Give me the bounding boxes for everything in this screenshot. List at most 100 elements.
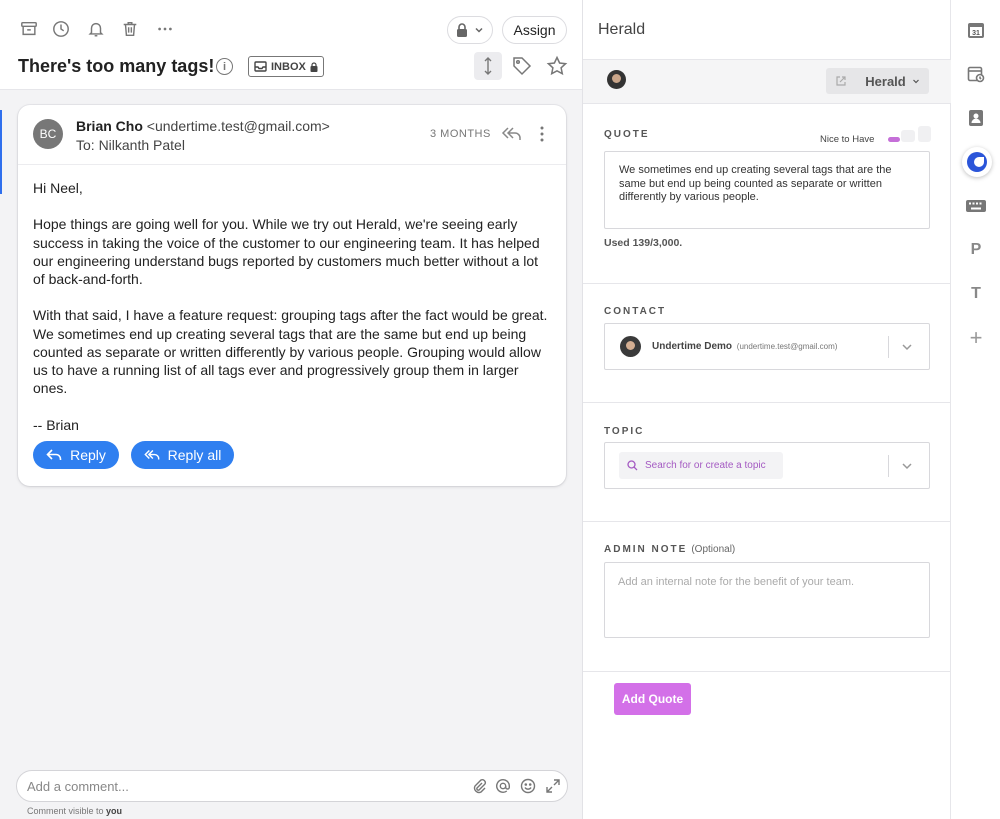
body-paragraph: With that said, I have a feature request… — [33, 307, 548, 397]
priority-label: Nice to Have — [820, 134, 875, 145]
expand-collapse-button[interactable] — [474, 52, 502, 80]
topic-search-placeholder: Search for or create a topic — [645, 460, 766, 471]
archive-icon[interactable] — [18, 18, 40, 40]
chevron-down-icon[interactable] — [901, 340, 913, 352]
divider — [18, 164, 566, 165]
inbox-badge[interactable]: INBOX — [248, 56, 324, 77]
message-card: BC Brian Cho <undertime.test@gmail.com> … — [18, 105, 566, 486]
recipient-line: To: Nilkanth Patel — [76, 137, 185, 153]
divider — [583, 283, 951, 284]
paperclip-icon[interactable] — [471, 778, 487, 794]
admin-note-textarea[interactable]: Add an internal note for the benefit of … — [604, 562, 930, 638]
expand-vertical-icon — [484, 57, 492, 75]
t-plugin-button[interactable]: T — [965, 283, 987, 305]
message-sender: Brian Cho <undertime.test@gmail.com> — [76, 118, 330, 134]
topic-section-label: TOPIC — [604, 426, 645, 437]
reply-all-icon — [143, 450, 160, 460]
divider — [583, 521, 951, 522]
lock-icon — [310, 61, 318, 72]
lock-icon — [457, 23, 467, 37]
more-vertical-icon[interactable] — [534, 124, 550, 144]
conversation-subject: There's too many tags! — [18, 56, 215, 76]
body-paragraph: Hi Neel, — [33, 180, 83, 196]
divider — [888, 336, 889, 358]
priority-toggle[interactable] — [901, 130, 915, 142]
divider — [583, 671, 951, 672]
calendar-day: 31 — [972, 30, 980, 37]
reply-icon — [46, 449, 62, 460]
more-horizontal-icon[interactable] — [154, 18, 176, 40]
keyboard-icon[interactable] — [965, 195, 987, 217]
sender-name: Brian Cho — [76, 118, 143, 134]
user-avatar[interactable] — [607, 70, 626, 89]
bell-icon[interactable] — [85, 18, 107, 40]
reply-button[interactable]: Reply — [33, 441, 119, 469]
avatar: BC — [33, 119, 63, 149]
clock-icon[interactable] — [50, 18, 72, 40]
open-external-button[interactable] — [826, 68, 856, 94]
reply-all-icon[interactable] — [500, 124, 522, 144]
admin-note-optional: (Optional) — [691, 544, 736, 555]
calendar-clock-icon[interactable] — [965, 63, 987, 85]
info-icon[interactable]: i — [216, 58, 233, 75]
chevron-down-icon[interactable] — [901, 459, 913, 471]
privacy-dropdown[interactable] — [447, 16, 493, 44]
message-body: Hi Neel, Hope things are going well for … — [33, 179, 553, 452]
quote-textarea[interactable]: We sometimes end up creating several tag… — [604, 151, 930, 229]
tag-icon[interactable] — [511, 55, 533, 77]
reply-button-label: Reply — [70, 447, 106, 463]
topic-select[interactable]: Search for or create a topic — [604, 442, 930, 489]
emoji-icon[interactable] — [520, 778, 536, 794]
inbox-badge-label: INBOX — [271, 60, 306, 73]
conversation-header: Assign There's too many tags! i INBOX — [0, 0, 582, 90]
chevron-down-icon — [912, 79, 919, 84]
message-time: 3 MONTHS — [430, 128, 491, 140]
comment-composer — [16, 770, 568, 802]
herald-panel: Herald Herald QUOTE Nice to Have We some… — [583, 0, 951, 819]
contact-avatar — [620, 336, 641, 357]
expand-icon[interactable] — [545, 778, 561, 794]
add-quote-button[interactable]: Add Quote — [614, 683, 691, 715]
plugin-rail: 31 P T + — [952, 0, 1000, 819]
reply-all-button[interactable]: Reply all — [131, 441, 234, 469]
comment-visibility-note: Comment visible to you — [27, 806, 122, 816]
herald-plugin-button[interactable] — [962, 147, 992, 177]
admin-note-label: ADMIN NOTE — [604, 544, 688, 555]
contact-select[interactable]: Undertime Demo (undertime.test@gmail.com… — [604, 323, 930, 370]
contact-section-label: CONTACT — [604, 306, 667, 317]
calendar-icon[interactable]: 31 — [965, 19, 987, 41]
external-link-icon — [836, 76, 846, 86]
quote-section-label: QUOTE — [604, 129, 650, 140]
add-plugin-button[interactable]: + — [965, 325, 987, 350]
inbox-tray-icon — [254, 61, 267, 72]
trash-icon[interactable] — [119, 18, 141, 40]
contact-name: Undertime Demo — [652, 341, 733, 352]
divider — [888, 455, 889, 477]
sender-email: <undertime.test@gmail.com> — [146, 118, 330, 134]
workspace-dropdown-label: Herald — [865, 73, 906, 89]
reply-all-button-label: Reply all — [167, 447, 222, 463]
comment-note-prefix: Comment visible to — [27, 806, 104, 816]
character-count: Used 139/3,000. — [604, 237, 683, 249]
star-icon[interactable] — [546, 55, 568, 77]
contact-card-icon[interactable] — [965, 107, 987, 129]
selection-indicator — [0, 110, 2, 194]
chevron-down-icon — [475, 27, 483, 33]
divider — [583, 103, 951, 104]
p-plugin-button[interactable]: P — [965, 239, 987, 261]
contact-display: Undertime Demo (undertime.test@gmail.com… — [652, 341, 837, 352]
body-paragraph: Hope things are going well for you. Whil… — [33, 216, 540, 287]
comment-input[interactable] — [27, 777, 447, 795]
herald-logo-icon — [967, 152, 987, 172]
topic-search-input[interactable]: Search for or create a topic — [619, 452, 783, 479]
assign-button[interactable]: Assign — [502, 16, 567, 44]
search-icon — [627, 460, 638, 471]
panel-title: Herald — [598, 21, 646, 38]
contact-email: (undertime.test@gmail.com) — [736, 342, 838, 351]
priority-toggle-secondary[interactable] — [918, 126, 931, 142]
divider — [583, 402, 951, 403]
workspace-dropdown[interactable]: Herald — [856, 68, 929, 94]
admin-note-section-label: ADMIN NOTE (Optional) — [604, 544, 735, 555]
at-mention-icon[interactable] — [495, 778, 511, 794]
priority-indicator — [888, 137, 900, 142]
